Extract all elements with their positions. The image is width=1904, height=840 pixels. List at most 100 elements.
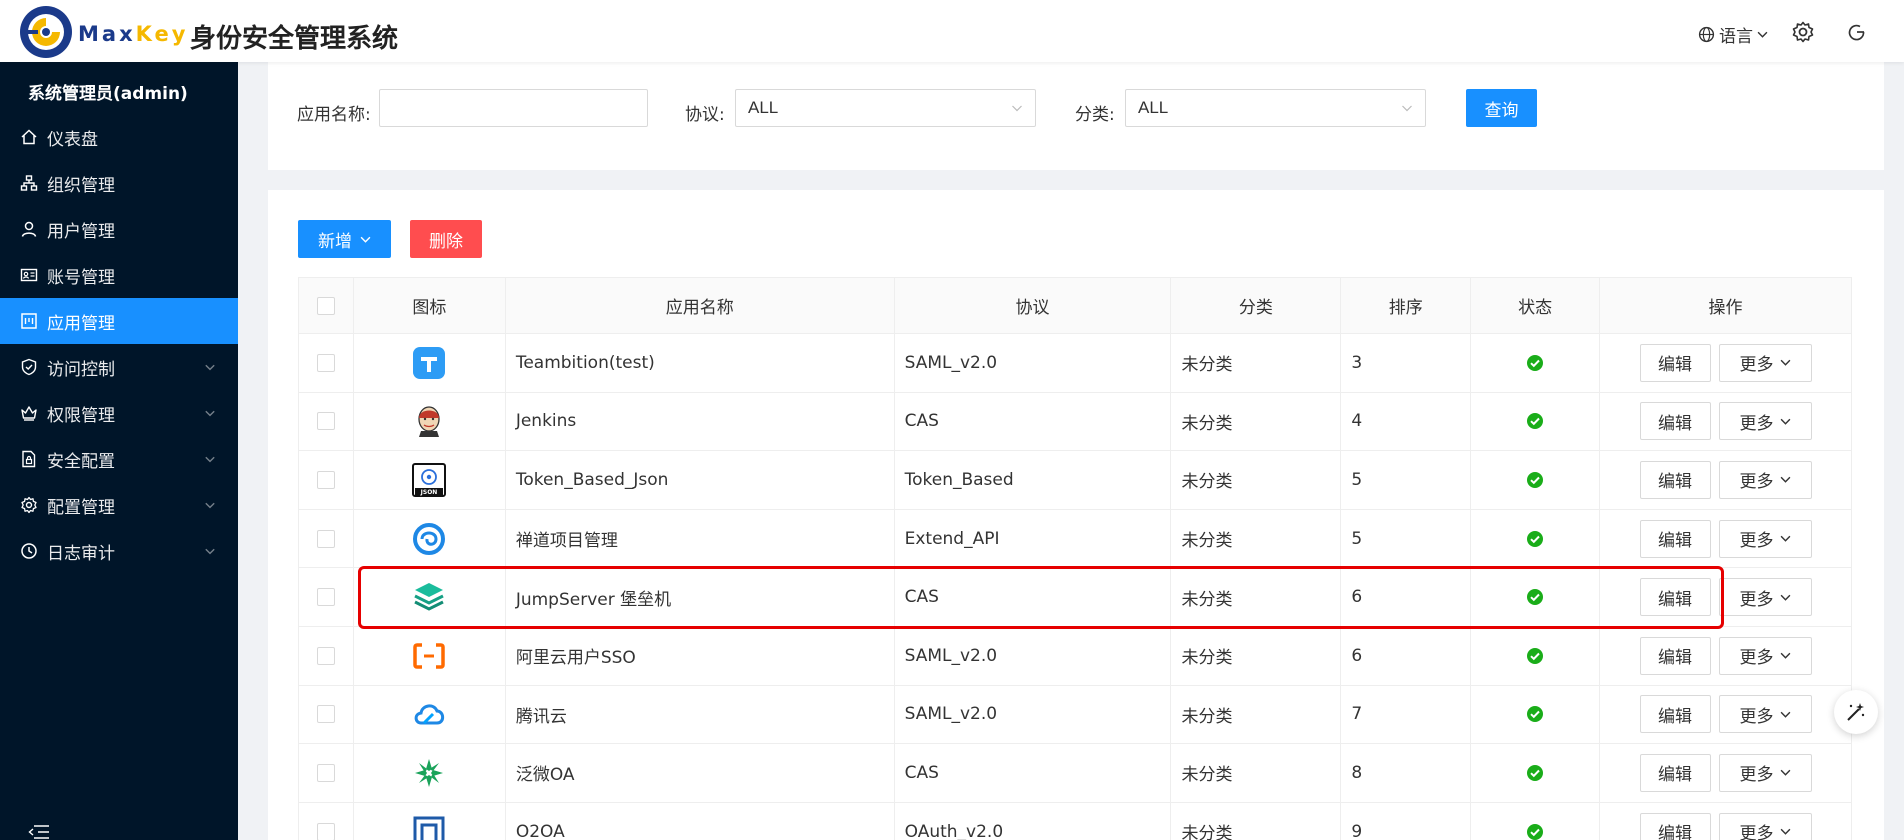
menu-collapse-icon[interactable] (28, 824, 50, 840)
add-button[interactable]: 新增 (298, 220, 391, 258)
row-icon-cell (352, 684, 506, 745)
more-button[interactable]: 更多 (1718, 695, 1812, 734)
edit-button[interactable]: 编辑 (1639, 519, 1711, 558)
row-actions: 编辑 更多 (1599, 801, 1852, 840)
sidebar-item-organization[interactable]: 组织管理 (0, 160, 238, 206)
sidebar-item-label: 权限管理 (47, 405, 115, 426)
row-checkbox[interactable] (316, 822, 335, 840)
edit-button[interactable]: 编辑 (1639, 812, 1711, 840)
more-button[interactable]: 更多 (1718, 460, 1812, 499)
row-select-cell[interactable] (298, 391, 354, 452)
row-checkbox[interactable] (316, 353, 335, 372)
edit-button[interactable]: 编辑 (1639, 343, 1711, 382)
row-icon-cell: JSON (352, 450, 506, 510)
row-checkbox[interactable] (316, 588, 335, 607)
sidebar-item-accounts[interactable]: 账号管理 (0, 252, 238, 298)
edit-button[interactable]: 编辑 (1639, 695, 1711, 734)
row-select-cell[interactable] (298, 801, 354, 840)
more-button[interactable]: 更多 (1718, 519, 1812, 558)
row-icon-cell (352, 801, 506, 840)
sidebar-item-dashboard[interactable]: 仪表盘 (0, 114, 238, 160)
edit-button[interactable]: 编辑 (1639, 460, 1711, 499)
row-category: 未分类 (1170, 801, 1342, 840)
row-actions: 编辑 更多 (1599, 684, 1852, 745)
row-select-cell[interactable] (298, 450, 354, 510)
row-sort: 7 (1340, 684, 1472, 745)
header-protocol: 协议 (893, 277, 1172, 334)
status-enabled-icon (1527, 354, 1544, 371)
select-all-checkbox[interactable] (316, 296, 335, 315)
sidebar-item-security-config[interactable]: 安全配置 (0, 436, 238, 482)
row-select-cell[interactable] (298, 625, 354, 686)
sidebar-item-applications[interactable]: 应用管理 (0, 298, 238, 344)
more-button[interactable]: 更多 (1718, 578, 1812, 617)
chevron-down-icon (205, 456, 215, 463)
edit-button[interactable]: 编辑 (1639, 578, 1711, 617)
sidebar-item-label: 应用管理 (47, 313, 115, 334)
chevron-down-icon (1780, 418, 1790, 425)
row-checkbox[interactable] (316, 763, 335, 782)
more-button[interactable]: 更多 (1718, 812, 1812, 840)
row-checkbox[interactable] (316, 412, 335, 431)
row-select-cell[interactable] (298, 684, 354, 745)
chevron-down-icon (205, 364, 215, 371)
row-actions: 编辑 更多 (1599, 333, 1852, 393)
sidebar-item-permissions[interactable]: 权限管理 (0, 390, 238, 436)
more-button-label: 更多 (1739, 648, 1774, 669)
row-category: 未分类 (1170, 743, 1342, 803)
chevron-down-icon (205, 548, 215, 555)
gear-icon[interactable] (1791, 20, 1815, 44)
header-select-all[interactable] (298, 277, 354, 334)
query-button[interactable]: 查询 (1466, 89, 1537, 127)
more-button[interactable]: 更多 (1718, 402, 1812, 441)
delete-button[interactable]: 删除 (410, 220, 482, 258)
row-select-cell[interactable] (298, 333, 354, 393)
chevron-down-icon (1780, 770, 1790, 777)
row-status (1470, 567, 1601, 627)
row-checkbox[interactable] (316, 529, 335, 548)
sidebar-item-label: 日志审计 (47, 543, 115, 564)
crown-icon (21, 406, 37, 421)
edit-button[interactable]: 编辑 (1639, 636, 1711, 675)
row-select-cell[interactable] (298, 743, 354, 803)
language-selector[interactable]: 语言 (1698, 22, 1768, 47)
row-actions: 编辑 更多 (1599, 567, 1852, 627)
row-protocol: CAS (893, 567, 1172, 627)
row-icon-cell (352, 625, 506, 686)
table-row: Teambition(test) SAML_v2.0 未分类 3 编辑 更多 (298, 333, 1852, 393)
svg-text:JSON: JSON (420, 489, 438, 496)
row-select-cell[interactable] (298, 508, 354, 569)
more-button[interactable]: 更多 (1718, 753, 1812, 792)
table-row: O2OA OAuth_v2.0 未分类 9 编辑 更多 (298, 801, 1852, 840)
floating-assistant-button[interactable] (1834, 690, 1878, 734)
edit-button[interactable]: 编辑 (1639, 402, 1711, 441)
more-button[interactable]: 更多 (1718, 343, 1812, 382)
sidebar-item-access-control[interactable]: 访问控制 (0, 344, 238, 390)
header-app-name: 应用名称 (504, 277, 895, 334)
row-category: 未分类 (1170, 508, 1342, 569)
sidebar-item-config-management[interactable]: 配置管理 (0, 482, 238, 528)
protocol-select[interactable]: ALL (735, 89, 1036, 127)
chevron-down-icon (1780, 828, 1790, 835)
row-status (1470, 743, 1601, 803)
user-icon (21, 221, 37, 237)
row-sort: 8 (1340, 743, 1472, 803)
header-sort: 排序 (1340, 277, 1472, 334)
row-sort: 4 (1340, 391, 1472, 452)
row-app-name: O2OA (504, 801, 895, 840)
app-name-input[interactable] (379, 89, 648, 127)
logout-icon[interactable] (1847, 22, 1867, 42)
status-enabled-icon (1527, 589, 1544, 606)
protocol-value: ALL (748, 98, 779, 117)
row-select-cell[interactable] (298, 567, 354, 627)
row-checkbox[interactable] (316, 705, 335, 724)
edit-button[interactable]: 编辑 (1639, 753, 1711, 792)
row-icon-cell (352, 567, 506, 627)
category-select[interactable]: ALL (1125, 89, 1426, 127)
row-checkbox[interactable] (316, 470, 335, 489)
sidebar-item-users[interactable]: 用户管理 (0, 206, 238, 252)
sidebar-item-audit-log[interactable]: 日志审计 (0, 528, 238, 574)
chevron-down-icon (1757, 31, 1768, 38)
row-checkbox[interactable] (316, 646, 335, 665)
more-button[interactable]: 更多 (1718, 636, 1812, 675)
